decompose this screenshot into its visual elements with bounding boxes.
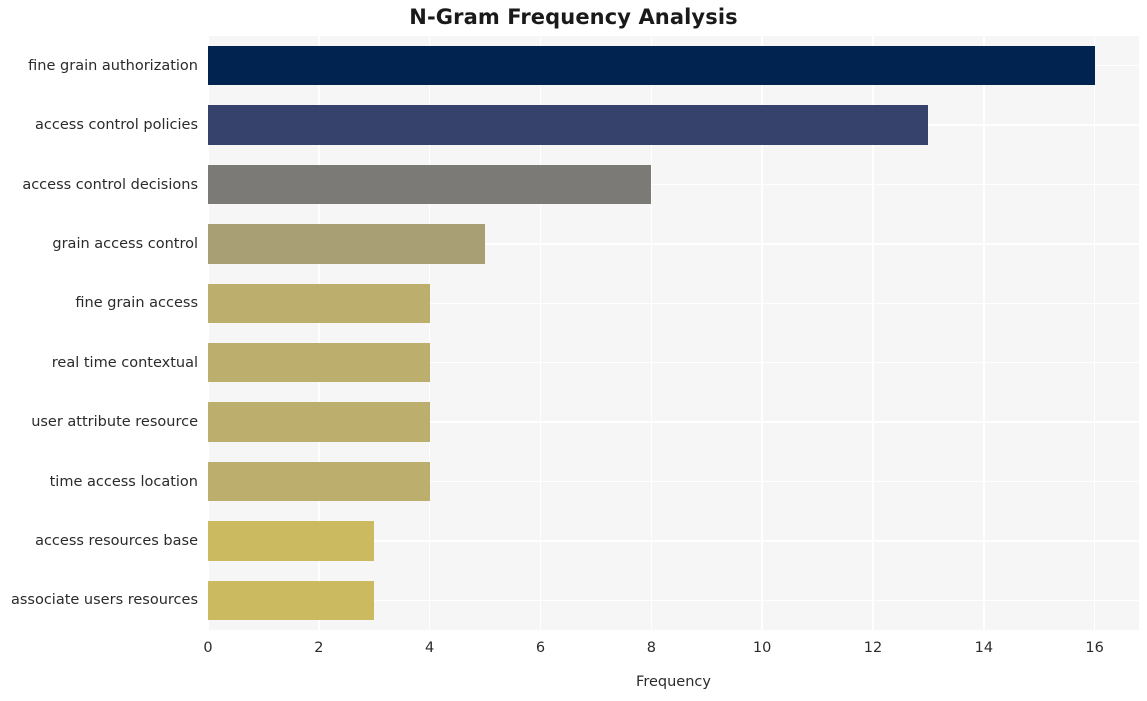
bar — [208, 164, 652, 205]
y-axis-tick-label: fine grain authorization — [28, 57, 198, 74]
bar — [208, 105, 929, 145]
y-axis-tick-label: access control decisions — [22, 176, 198, 193]
y-axis-tick-label: user attribute resource — [31, 414, 198, 431]
y-axis-tick-label: time access location — [49, 473, 198, 490]
bar — [208, 224, 486, 264]
x-axis-tick-label: 8 — [646, 640, 656, 656]
y-axis-tick-label: real time contextual — [51, 354, 198, 371]
y-axis-tick-label: grain access control — [52, 235, 198, 252]
x-axis-tick-label: 4 — [425, 640, 435, 656]
y-axis-tick-label: access resources base — [35, 532, 198, 549]
bar — [208, 521, 375, 561]
plot-area — [208, 36, 1139, 630]
x-axis-title: Frequency — [636, 674, 711, 690]
bar — [208, 580, 375, 620]
x-axis-tick-label: 2 — [314, 640, 324, 656]
bar — [208, 283, 430, 323]
bar — [208, 402, 430, 442]
chart-figure: N-Gram Frequency Analysis fine grain aut… — [0, 0, 1147, 701]
x-axis-tick-label: 10 — [752, 640, 772, 656]
x-axis-tick-labels: 0 2 4 6 8 10 12 14 16 — [0, 640, 1147, 666]
bar — [208, 461, 430, 502]
x-axis-tick-label: 12 — [863, 640, 883, 656]
bar — [208, 343, 430, 383]
chart-title: N-Gram Frequency Analysis — [409, 5, 738, 29]
y-axis-tick-labels: fine grain authorization access control p… — [0, 36, 198, 630]
y-axis-tick-label: associate users resources — [10, 592, 198, 609]
x-axis-tick-label: 14 — [974, 640, 994, 656]
y-axis-tick-label: fine grain access — [75, 295, 198, 312]
x-axis-tick-label: 16 — [1085, 640, 1104, 656]
bar — [208, 46, 1095, 86]
x-axis-tick-label: 0 — [203, 640, 213, 656]
y-axis-tick-label: access control policies — [35, 117, 198, 134]
x-axis-tick-label: 6 — [535, 640, 546, 656]
